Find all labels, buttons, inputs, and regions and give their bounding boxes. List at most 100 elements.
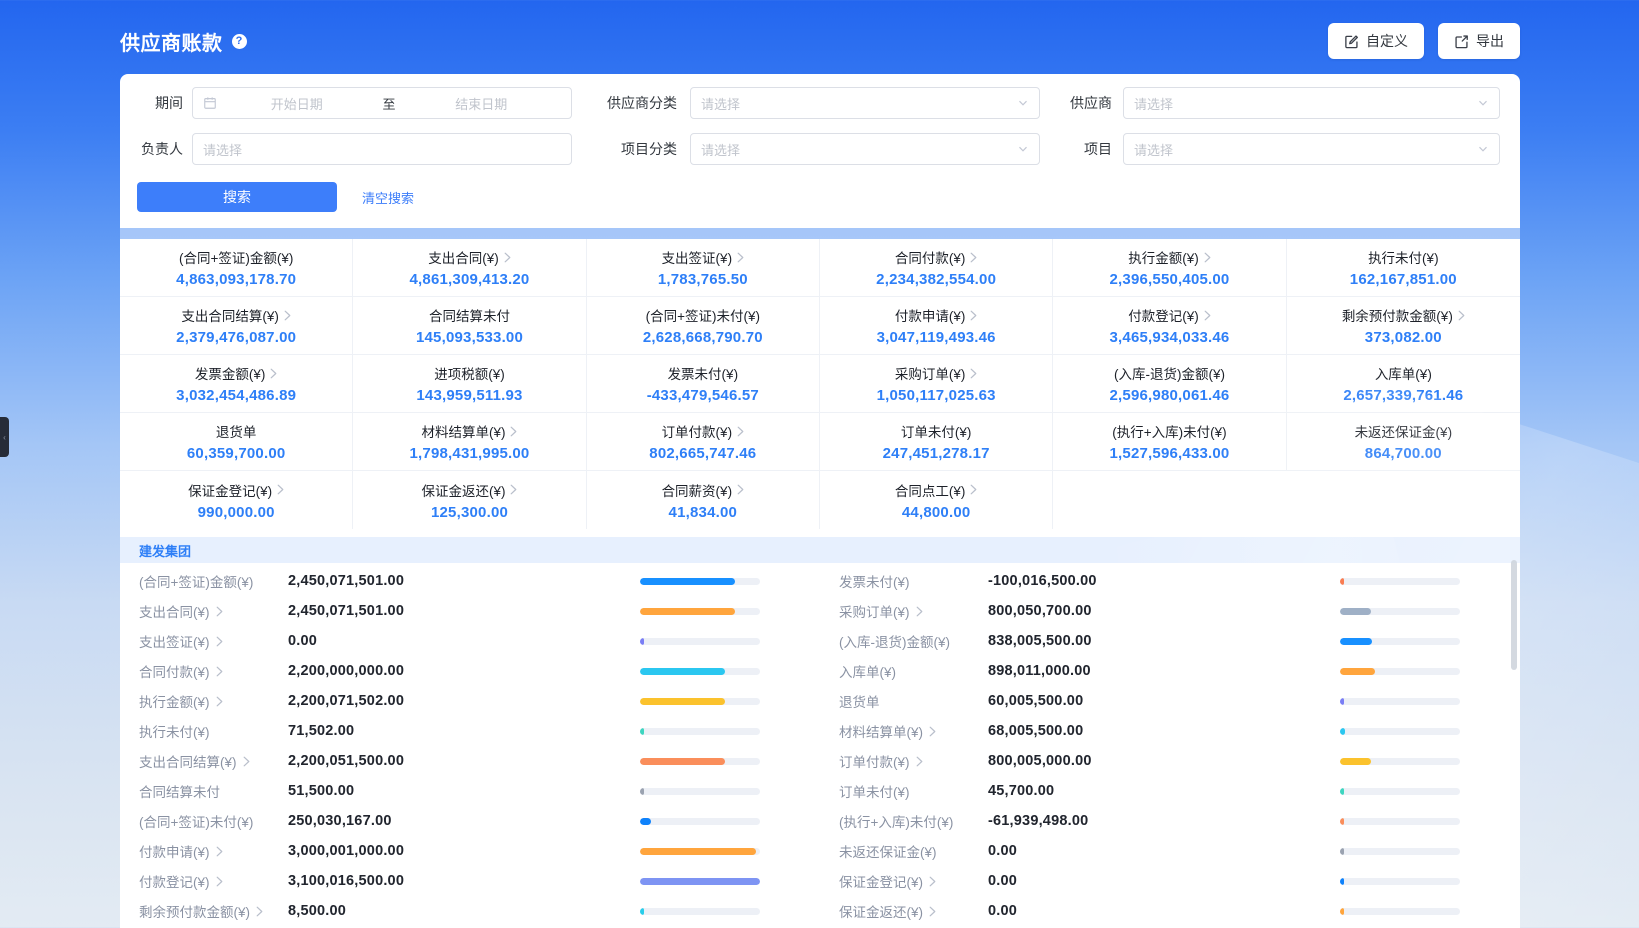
summary-metric-label: 执行未付(¥) — [1368, 247, 1439, 267]
chevron-right-icon — [216, 696, 223, 707]
summary-cell[interactable]: 支出合同(¥) 4,861,309,413.20 — [353, 239, 586, 297]
summary-metric-label: 支出合同结算(¥) — [181, 305, 279, 325]
metric-label: (执行+入库)未付(¥) — [839, 811, 953, 831]
metric-row: 未返还保证金(¥) 0.00 — [820, 836, 1520, 866]
export-icon — [1454, 34, 1469, 49]
summary-cell[interactable]: 合同付款(¥) 2,234,382,554.00 — [820, 239, 1053, 297]
summary-metric-label: 剩余预付款金额(¥) — [1342, 305, 1453, 325]
chevron-down-icon — [1017, 143, 1029, 155]
side-drawer-handle[interactable]: ‹ — [0, 417, 9, 457]
summary-metric-value: 247,451,278.17 — [883, 445, 990, 462]
export-button[interactable]: 导出 — [1438, 23, 1520, 59]
company-group-header[interactable]: 建发集团 — [120, 537, 1520, 563]
summary-metric-value: 1,798,431,995.00 — [410, 445, 530, 462]
scrollbar-thumb[interactable] — [1511, 560, 1517, 670]
summary-cell[interactable]: 执行金额(¥) 2,396,550,405.00 — [1053, 239, 1286, 297]
metric-row: 退货单 60,005,500.00 — [820, 686, 1520, 716]
clear-search-button[interactable]: 清空搜索 — [362, 188, 414, 207]
company-metrics: (合同+签证)金额(¥) 2,450,071,501.00 支出合同(¥) 2,… — [120, 563, 1520, 928]
metric-progress-bar — [640, 668, 760, 675]
metric-progress-bar — [1340, 668, 1460, 675]
metric-label: 采购订单(¥) — [839, 601, 910, 621]
supplier-category-select[interactable]: 请选择 — [690, 87, 1040, 119]
owner-select[interactable]: 请选择 — [192, 133, 572, 165]
metric-progress-bar — [640, 848, 760, 855]
summary-metric-label: 合同薪资(¥) — [662, 480, 733, 500]
chevron-right-icon — [1204, 310, 1211, 321]
metric-label: (入库-退货)金额(¥) — [839, 631, 950, 651]
chevron-right-icon — [929, 876, 936, 887]
export-label: 导出 — [1476, 31, 1504, 51]
summary-cell[interactable]: 保证金返还(¥) 125,300.00 — [353, 471, 586, 529]
chevron-right-icon — [737, 252, 744, 263]
summary-cell[interactable]: 支出签证(¥) 1,783,765.50 — [587, 239, 820, 297]
summary-cell[interactable]: 付款申请(¥) 3,047,119,493.46 — [820, 297, 1053, 355]
project-label: 项目 — [1040, 139, 1123, 159]
summary-metric-label: 订单未付(¥) — [901, 421, 972, 441]
chevron-right-icon — [284, 310, 291, 321]
metric-progress-bar — [1340, 578, 1460, 585]
summary-cell[interactable]: 合同点工(¥) 44,800.00 — [820, 471, 1053, 529]
summary-metric-value: 3,032,454,486.89 — [176, 387, 296, 404]
chevron-right-icon — [1458, 310, 1465, 321]
summary-cell[interactable]: 订单付款(¥) 802,665,747.46 — [587, 413, 820, 471]
summary-metric-value: 162,167,851.00 — [1350, 271, 1457, 288]
metric-label: 订单未付(¥) — [839, 781, 910, 801]
search-button[interactable]: 搜索 — [137, 182, 337, 212]
chevron-right-icon — [970, 368, 977, 379]
metric-value: 0.00 — [988, 903, 1340, 919]
summary-cell[interactable]: 发票金额(¥) 3,032,454,486.89 — [120, 355, 353, 413]
summary-metric-label: 采购订单(¥) — [895, 363, 966, 383]
summary-metric-label: 未返还保证金(¥) — [1355, 421, 1453, 441]
summary-metric-value: 864,700.00 — [1365, 445, 1442, 462]
metric-label: (合同+签证)金额(¥) — [139, 571, 253, 591]
summary-metric-value: 145,093,533.00 — [416, 329, 523, 346]
metric-label: 保证金登记(¥) — [839, 871, 923, 891]
metric-value: -61,939,498.00 — [988, 813, 1340, 829]
customize-label: 自定义 — [1366, 31, 1408, 51]
summary-cell: 执行未付(¥) 162,167,851.00 — [1287, 239, 1520, 297]
customize-button[interactable]: 自定义 — [1328, 23, 1424, 59]
summary-cell: 订单未付(¥) 247,451,278.17 — [820, 413, 1053, 471]
summary-cell[interactable]: 合同薪资(¥) 41,834.00 — [587, 471, 820, 529]
summary-cell[interactable]: 材料结算单(¥) 1,798,431,995.00 — [353, 413, 586, 471]
metric-progress-bar — [640, 908, 760, 915]
chevron-right-icon — [1204, 252, 1211, 263]
metric-row: 合同结算未付 51,500.00 — [120, 776, 820, 806]
summary-cell[interactable]: 付款登记(¥) 3,465,934,033.46 — [1053, 297, 1286, 355]
summary-metric-label: 付款申请(¥) — [895, 305, 966, 325]
metric-progress-bar — [640, 818, 760, 825]
summary-cell[interactable]: 保证金登记(¥) 990,000.00 — [120, 471, 353, 529]
summary-cell: 入库单(¥) 2,657,339,761.46 — [1287, 355, 1520, 413]
summary-cell[interactable]: 剩余预付款金额(¥) 373,082.00 — [1287, 297, 1520, 355]
project-select[interactable]: 请选择 — [1123, 133, 1500, 165]
metric-row: 支出签证(¥) 0.00 — [120, 626, 820, 656]
metric-label: 执行未付(¥) — [139, 721, 210, 741]
metric-progress-bar — [640, 698, 760, 705]
project-category-select[interactable]: 请选择 — [690, 133, 1040, 165]
summary-cell: 进项税额(¥) 143,959,511.93 — [353, 355, 586, 413]
date-range-input[interactable]: 开始日期 至 结束日期 — [192, 87, 572, 119]
supplier-select[interactable]: 请选择 — [1123, 87, 1500, 119]
metric-label: 合同付款(¥) — [139, 661, 210, 681]
metric-value: 2,450,071,501.00 — [288, 603, 640, 619]
project-category-label: 项目分类 — [572, 139, 690, 159]
metric-value: 68,005,500.00 — [988, 723, 1340, 739]
metric-value: 45,700.00 — [988, 783, 1340, 799]
summary-cell: 发票未付(¥) -433,479,546.57 — [587, 355, 820, 413]
chevron-right-icon — [216, 606, 223, 617]
summary-cell[interactable]: 采购订单(¥) 1,050,117,025.63 — [820, 355, 1053, 413]
summary-cell[interactable]: 支出合同结算(¥) 2,379,476,087.00 — [120, 297, 353, 355]
metric-value: -100,016,500.00 — [988, 573, 1340, 589]
metric-row: 订单付款(¥) 800,005,000.00 — [820, 746, 1520, 776]
metric-row: 采购订单(¥) 800,050,700.00 — [820, 596, 1520, 626]
filter-panel: 期间 开始日期 至 结束日期 供应商分类 请选择 — [120, 74, 1520, 228]
metric-value: 2,450,071,501.00 — [288, 573, 640, 589]
edit-square-icon — [1344, 34, 1359, 49]
chevron-right-icon — [504, 252, 511, 263]
summary-metric-value: 2,657,339,761.46 — [1343, 387, 1463, 404]
page-title: 供应商账款 — [120, 27, 223, 56]
help-icon[interactable]: ? — [232, 34, 247, 49]
metric-label: 付款申请(¥) — [139, 841, 210, 861]
summary-metric-value: 3,047,119,493.46 — [877, 329, 996, 346]
